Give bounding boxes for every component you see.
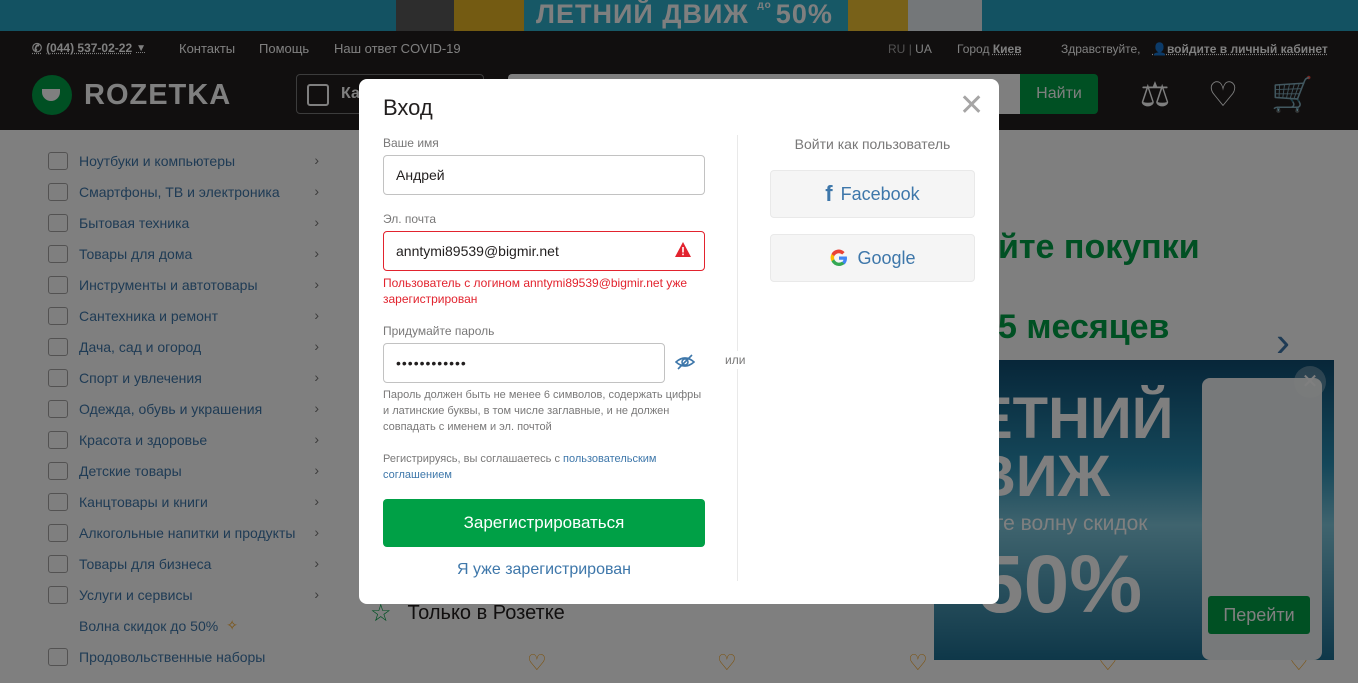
or-separator: или [725,351,746,369]
modal-title: Вход [383,95,433,120]
warning-icon [675,242,691,257]
name-label: Ваше имя [383,136,439,150]
social-login-title: Войти как пользователь [794,136,951,152]
facebook-login-button[interactable]: f Facebook [770,170,975,218]
password-label: Придумайте пароль [383,324,495,338]
facebook-icon: f [825,181,833,206]
google-login-button[interactable]: Google [770,234,975,282]
page: ЛЕТНИЙ ДВИЖ до50% ✆ (044) 537-02-22 ▼ Ко… [0,0,1358,683]
password-hint: Пароль должен быть не менее 6 символов, … [383,389,702,433]
google-label: Google [857,247,916,268]
name-field[interactable] [383,155,705,195]
register-button[interactable]: Зарегистрироваться [383,499,705,547]
facebook-label: Facebook [840,183,920,204]
agreement-text: Регистрируясь, вы соглашаетесь с пользов… [383,453,657,481]
email-label: Эл. почта [383,212,437,226]
email-field[interactable] [383,231,705,271]
already-registered-link[interactable]: Я уже зарегистрирован [383,561,705,579]
google-icon [831,249,848,267]
close-icon[interactable]: ✕ [959,91,984,121]
eye-hidden-icon[interactable] [675,354,695,370]
auth-modal: Вход ✕ Ваше имя Эл. почта Пользователь с… [359,79,999,604]
password-field[interactable] [383,343,665,383]
email-error-message: Пользователь с логином anntymi89539@bigm… [383,276,688,306]
